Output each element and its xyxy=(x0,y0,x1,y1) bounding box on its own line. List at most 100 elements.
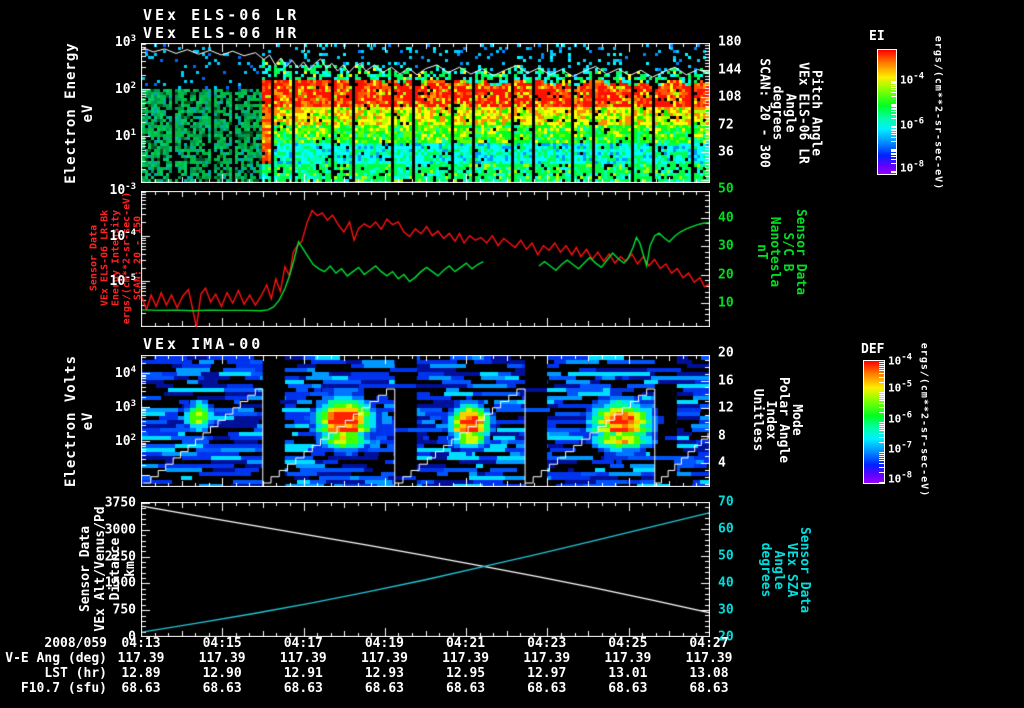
sza-tick: 60 xyxy=(718,521,734,537)
vex-orbit-summary-plot: VEx ELS-06 LR VEx ELS-06 HR VEx IMA-00 E… xyxy=(0,0,1024,708)
colorbar-minor-tick xyxy=(891,171,896,173)
colorbar-minor-tick xyxy=(879,367,884,369)
footer-value: 12.93 xyxy=(364,666,404,681)
colorbar-minor-tick xyxy=(891,85,896,86)
colorbar-def-unit: ergs/(cm**2-sr-sec-eV) xyxy=(918,342,930,498)
colorbar-minor-tick xyxy=(879,411,884,413)
footer-value: 12.90 xyxy=(202,666,242,681)
ima-y-tick: 104 xyxy=(114,364,136,382)
colorbar-minor-tick xyxy=(879,400,884,402)
colorbar-minor-tick xyxy=(879,381,884,383)
time-label: 04:19 xyxy=(364,636,404,651)
els-spectrogram-canvas xyxy=(141,43,710,183)
ima-y-tick: 103 xyxy=(114,398,136,416)
footer-value: 68.63 xyxy=(202,681,242,696)
colorbar-minor-tick xyxy=(891,131,896,133)
colorbar-minor-tick xyxy=(879,365,884,367)
colorbar-minor-tick xyxy=(891,88,896,90)
time-label: 04:27 xyxy=(689,636,729,651)
footer-value: 68.63 xyxy=(445,681,486,696)
footer-value: 117.39 xyxy=(117,651,165,666)
footer-value: 117.39 xyxy=(604,651,652,666)
colorbar-ei-tick: 10-4 xyxy=(900,71,925,87)
colorbar-minor-tick xyxy=(879,393,884,395)
mode-tick: 12 xyxy=(718,400,734,416)
intensity-y-axis-label: Sensor Data VEx ELS-06 LR-Bk Energy Inte… xyxy=(88,191,144,325)
footer-value: 68.63 xyxy=(689,681,729,696)
intensity-y-tick: 10-5 xyxy=(109,273,137,290)
intensity-bfield-canvas xyxy=(141,191,710,327)
colorbar-minor-tick xyxy=(891,154,896,156)
altitude-y-tick: 1500 xyxy=(104,575,136,591)
colorbar-minor-tick xyxy=(879,423,884,425)
els-y-tick: 103 xyxy=(114,33,136,51)
colorbar-minor-tick xyxy=(879,472,884,473)
bfield-tick: 20 xyxy=(718,267,734,282)
footer-label-veang: V-E Ang (deg) xyxy=(5,651,107,666)
mode-tick: 4 xyxy=(718,455,726,471)
colorbar-minor-tick xyxy=(891,148,896,150)
altitude-y-tick: 2250 xyxy=(104,549,136,565)
title-els-lr: VEx ELS-06 LR xyxy=(143,6,300,24)
colorbar-minor-tick xyxy=(879,392,884,394)
colorbar-minor-tick xyxy=(879,432,884,434)
pitch-angle-axis-label: Pitch Angle VEx ELS-06 LR Angle degrees … xyxy=(756,58,824,168)
colorbar-minor-tick xyxy=(891,159,896,161)
colorbar-minor-tick xyxy=(891,86,896,88)
colorbar-minor-tick xyxy=(891,126,896,128)
footer-value: 68.63 xyxy=(527,681,567,696)
pitch-tick: 144 xyxy=(718,62,742,77)
colorbar-def-title: DEF xyxy=(861,342,885,357)
colorbar-minor-tick xyxy=(879,453,884,455)
mode-tick: 16 xyxy=(718,373,734,388)
footer-value: 117.39 xyxy=(442,651,490,666)
colorbar-minor-tick xyxy=(891,107,896,109)
colorbar-minor-tick xyxy=(879,462,884,464)
footer-value: 117.39 xyxy=(523,651,571,666)
bfield-tick: 40 xyxy=(718,210,734,225)
sza-tick: 70 xyxy=(718,494,734,510)
bfield-tick: 10 xyxy=(718,295,734,311)
footer-value: 68.63 xyxy=(283,681,323,696)
colorbar-minor-tick xyxy=(879,363,884,365)
colorbar-def-tick: 10-8 xyxy=(888,470,913,486)
sza-tick: 40 xyxy=(718,575,734,591)
els-y-tick: 101 xyxy=(114,127,136,145)
colorbar-minor-tick xyxy=(879,455,884,457)
footer-value: 68.63 xyxy=(608,681,648,696)
altitude-y-tick: 3750 xyxy=(104,495,136,511)
colorbar-def-tick: 10-4 xyxy=(888,352,913,368)
colorbar-def-tick: 10-5 xyxy=(888,379,913,395)
colorbar-ei-title: EI xyxy=(869,29,885,44)
colorbar-minor-tick xyxy=(891,133,896,135)
colorbar-minor-tick xyxy=(891,136,896,138)
footer-value: 13.01 xyxy=(608,666,648,681)
colorbar-minor-tick xyxy=(891,111,896,113)
intensity-y-tick: 10-3 xyxy=(109,181,137,199)
colorbar-minor-tick xyxy=(879,482,884,484)
sza-tick: 30 xyxy=(718,602,734,618)
colorbar-minor-tick xyxy=(879,427,884,429)
time-label: 04:13 xyxy=(121,636,161,651)
time-label: 04:17 xyxy=(283,636,323,651)
footer-value: 12.89 xyxy=(121,666,161,681)
colorbar-ei-tick: 10-8 xyxy=(900,159,925,175)
colorbar-minor-tick xyxy=(891,172,896,174)
colorbar-minor-tick xyxy=(891,91,896,93)
bfield-tick: 30 xyxy=(718,238,734,254)
mode-tick: 20 xyxy=(718,345,734,361)
intensity-y-tick: 10-4 xyxy=(109,227,137,244)
colorbar-minor-tick xyxy=(891,163,896,165)
colorbar-minor-tick xyxy=(891,151,896,152)
pitch-tick: 72 xyxy=(718,117,734,132)
footer-value: 117.39 xyxy=(198,651,246,666)
footer-value: 13.08 xyxy=(689,666,729,681)
colorbar-minor-tick xyxy=(891,82,896,84)
mode-axis-label: Mode Polar Angle Index Unitless xyxy=(750,376,804,464)
altitude-y-tick: 3000 xyxy=(104,522,136,538)
ima-y-tick: 102 xyxy=(114,432,136,450)
colorbar-minor-tick xyxy=(879,466,884,468)
pitch-tick: 180 xyxy=(718,34,742,50)
colorbar-minor-tick xyxy=(879,422,884,424)
colorbar-minor-tick xyxy=(879,395,884,397)
